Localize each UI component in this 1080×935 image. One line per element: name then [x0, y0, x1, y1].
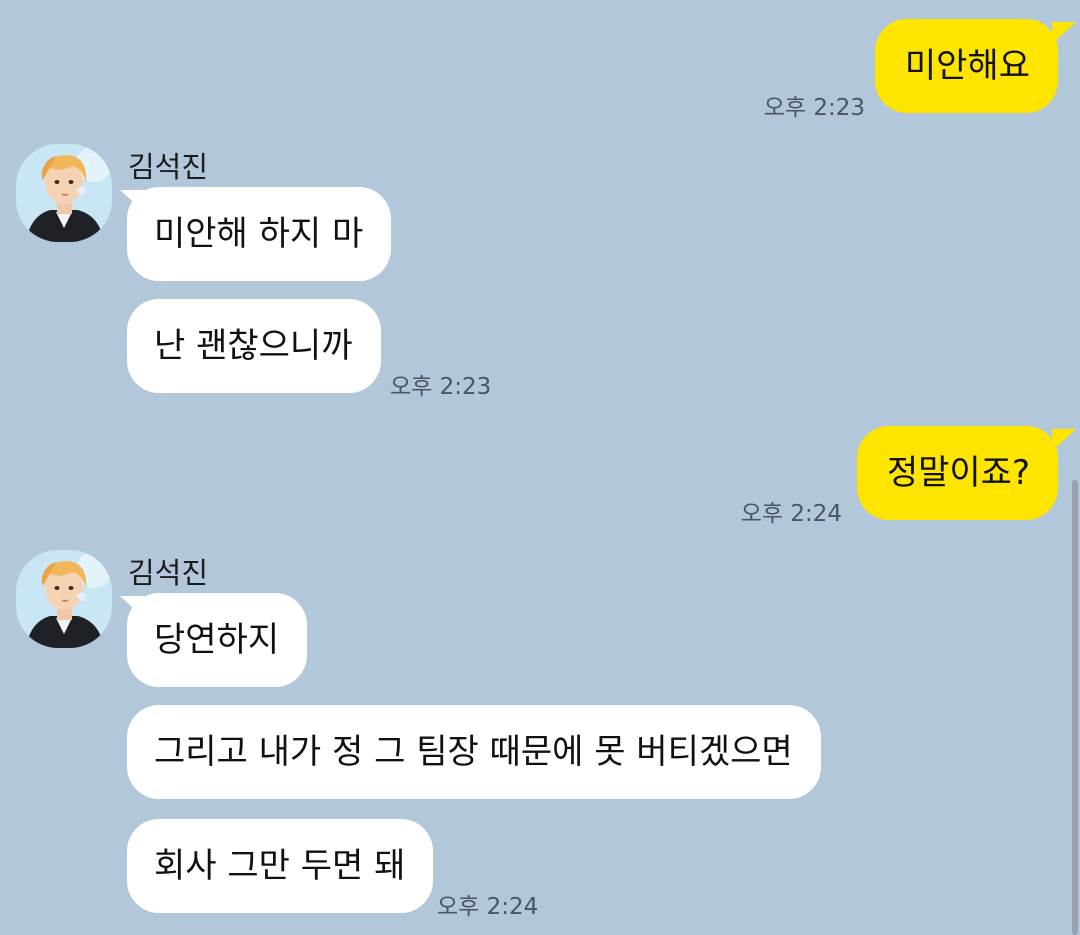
- message-timestamp: 오후 2:23: [763, 95, 865, 121]
- sender-name: 김석진: [128, 556, 209, 590]
- chat-message-list[interactable]: 미안해요 오후 2:23 김석진 미안해 하지 마 난 괜찮으니까 오후 2:2…: [0, 0, 1080, 935]
- message-text: 당연하지: [154, 620, 280, 660]
- message-timestamp: 오후 2:24: [437, 894, 539, 920]
- scrollbar[interactable]: [1072, 480, 1078, 935]
- message-text: 그리고 내가 정 그 팀장 때문에 못 버티겠으면: [154, 732, 793, 772]
- their-message-bubble[interactable]: 그리고 내가 정 그 팀장 때문에 못 버티겠으면: [127, 705, 821, 799]
- their-message-bubble[interactable]: 난 괜찮으니까: [127, 299, 381, 393]
- my-bubble-tail: [1052, 429, 1076, 451]
- sender-avatar[interactable]: [16, 144, 112, 242]
- message-text: 미안해요: [904, 46, 1030, 86]
- message-text: 미안해 하지 마: [154, 214, 364, 254]
- message-text: 난 괜찮으니까: [154, 326, 353, 366]
- message-timestamp: 오후 2:23: [390, 374, 492, 400]
- profile-photo-icon: [16, 144, 112, 242]
- their-message-bubble[interactable]: 미안해 하지 마: [127, 187, 392, 281]
- message-timestamp: 오후 2:24: [740, 501, 842, 527]
- my-message-bubble[interactable]: 미안해요: [874, 19, 1058, 113]
- their-message-bubble[interactable]: 당연하지: [127, 593, 308, 687]
- my-bubble-tail: [1052, 22, 1076, 44]
- profile-photo-icon: [16, 550, 112, 648]
- my-message-bubble[interactable]: 정말이죠?: [856, 426, 1058, 520]
- their-message-bubble[interactable]: 회사 그만 두면 돼: [127, 819, 434, 913]
- sender-name: 김석진: [128, 150, 209, 184]
- sender-avatar[interactable]: [16, 550, 112, 648]
- message-text: 회사 그만 두면 돼: [154, 846, 406, 886]
- message-text: 정말이죠?: [886, 453, 1030, 493]
